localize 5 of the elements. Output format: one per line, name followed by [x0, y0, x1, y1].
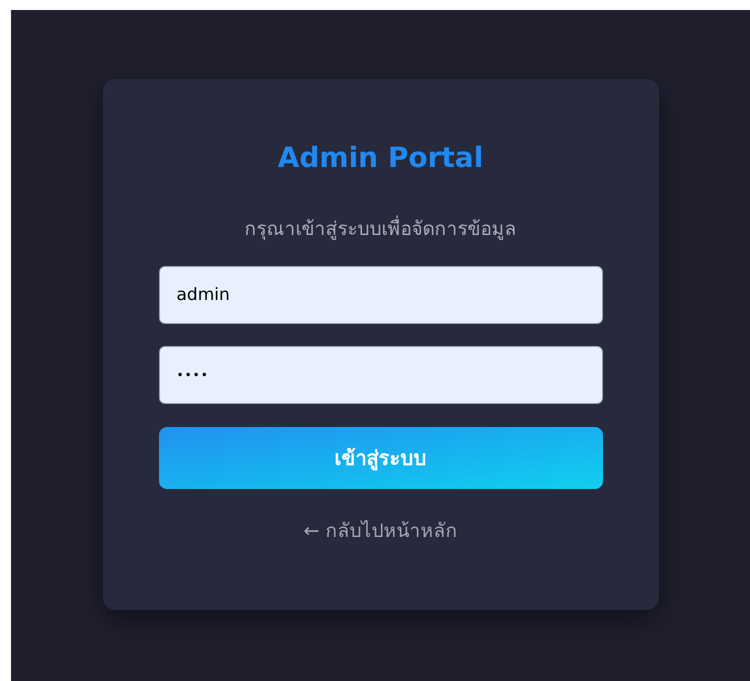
back-link[interactable]: ← กลับไปหน้าหลัก — [304, 517, 458, 546]
subtitle: กรุณาเข้าสู่ระบบเพื่อจัดการข้อมูล — [244, 215, 516, 243]
portal-title: Admin Portal — [278, 140, 484, 176]
password-field[interactable]: •••• — [158, 346, 602, 404]
username-field[interactable]: admin — [158, 266, 602, 324]
